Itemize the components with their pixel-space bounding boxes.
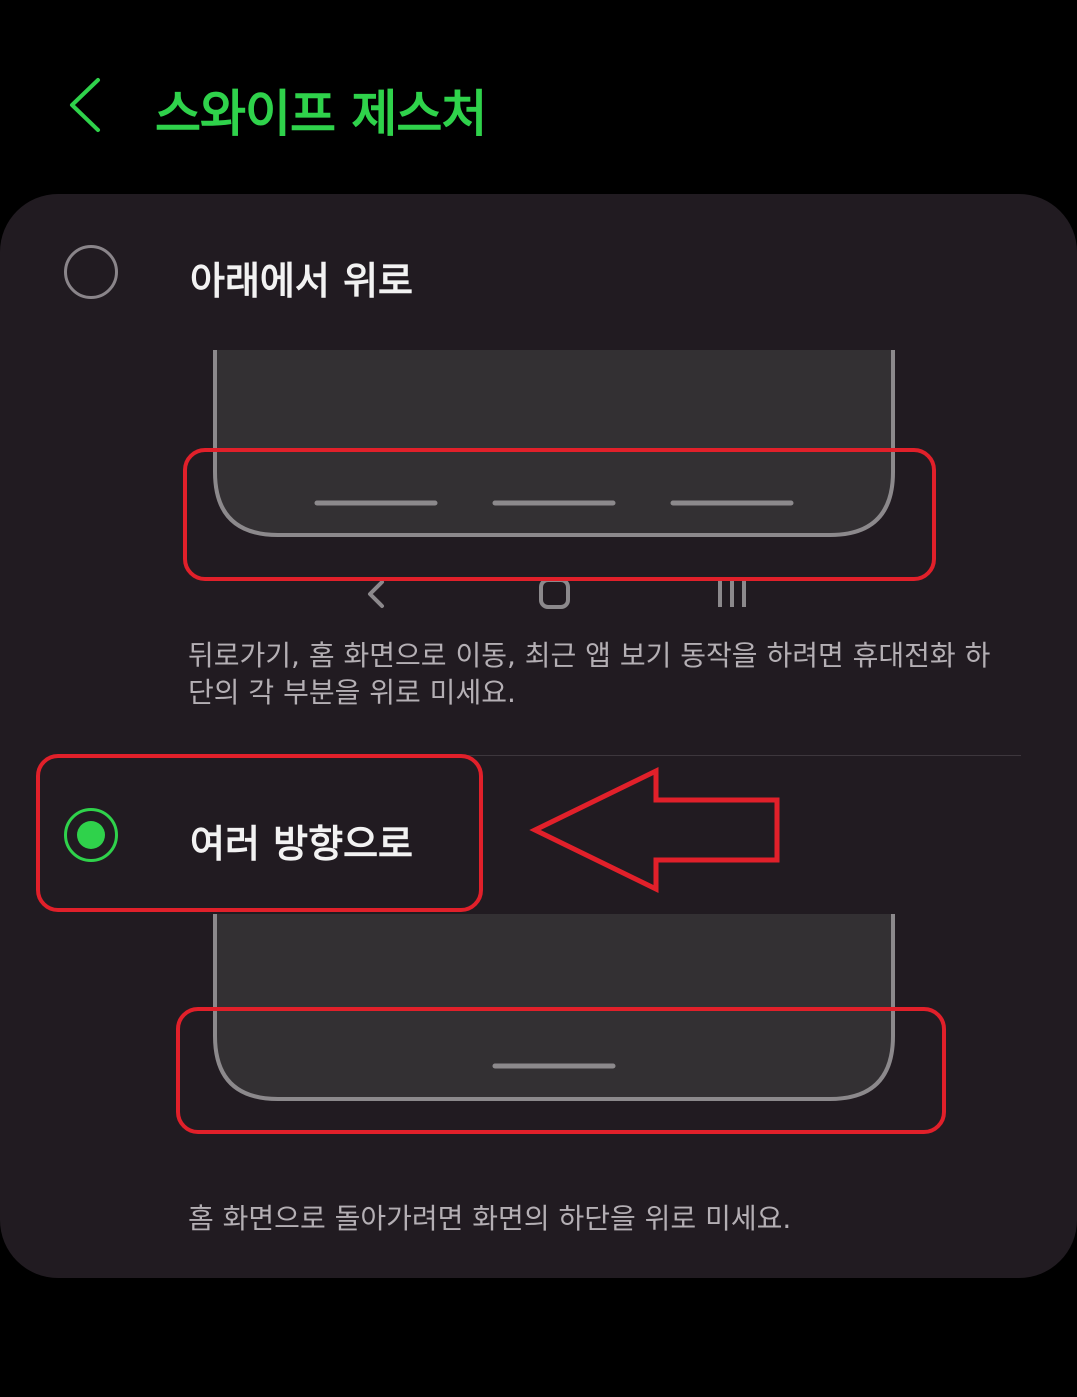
chevron-left-icon bbox=[70, 78, 100, 132]
nav-back-icon bbox=[368, 580, 384, 608]
red-highlight-box-nav-bars bbox=[183, 448, 936, 581]
back-button[interactable] bbox=[60, 70, 120, 140]
red-highlight-box-option bbox=[36, 754, 483, 912]
option-description-multiple-directions: 홈 화면으로 돌아가려면 화면의 하단을 위로 미세요. bbox=[188, 1202, 792, 1235]
nav-recents-icon bbox=[718, 581, 746, 607]
option-description-bottom-to-top: 뒤로가기, 홈 화면으로 이동, 최근 앱 보기 동작을 하려면 휴대전화 하단… bbox=[188, 639, 991, 709]
radio-bottom-to-top[interactable] bbox=[64, 245, 118, 299]
option-label-bottom-to-top[interactable]: 아래에서 위로 bbox=[190, 250, 413, 305]
nav-home-icon bbox=[539, 578, 570, 609]
red-arrow-annotation bbox=[529, 766, 780, 894]
red-highlight-box-gesture-bar bbox=[176, 1007, 946, 1134]
page-title: 스와이프 제스처 bbox=[155, 85, 487, 143]
